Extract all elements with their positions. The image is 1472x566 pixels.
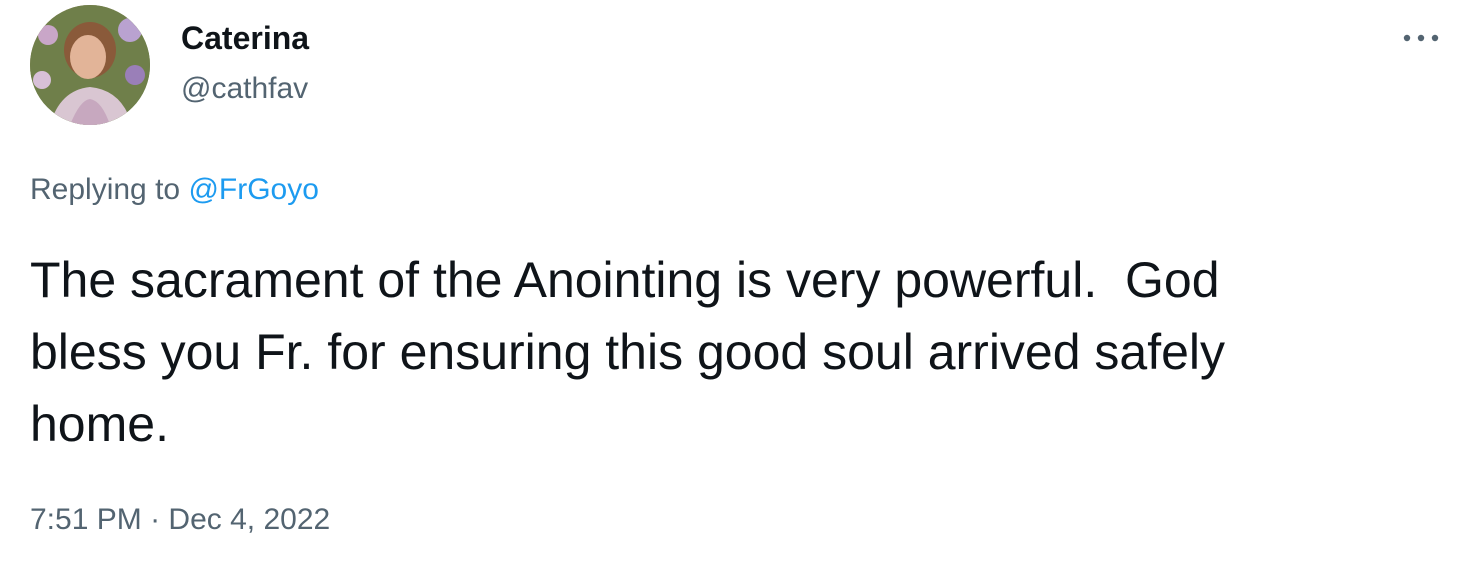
author-avatar[interactable] <box>30 5 150 125</box>
author-handle[interactable]: @cathfav <box>181 70 308 108</box>
tweet-time[interactable]: 7:51 PM <box>30 503 142 536</box>
ellipsis-icon <box>1403 34 1439 42</box>
reply-mention-link[interactable]: @FrGoyo <box>188 173 318 206</box>
author-display-name[interactable]: Caterina <box>181 18 309 58</box>
avatar-photo-icon <box>30 5 150 125</box>
replying-to-line: Replying to @FrGoyo <box>30 170 319 210</box>
tweet-card: Caterina @cathfav Replying to @FrGoyo Th… <box>0 0 1472 566</box>
more-options-button[interactable] <box>1398 20 1444 56</box>
timestamp-separator: · <box>141 503 169 536</box>
tweet-date[interactable]: Dec 4, 2022 <box>168 503 330 536</box>
tweet-timestamp: 7:51 PM · Dec 4, 2022 <box>30 500 330 540</box>
tweet-text: The sacrament of the Anointing is very p… <box>30 252 1226 452</box>
replying-to-label: Replying to <box>30 173 189 206</box>
